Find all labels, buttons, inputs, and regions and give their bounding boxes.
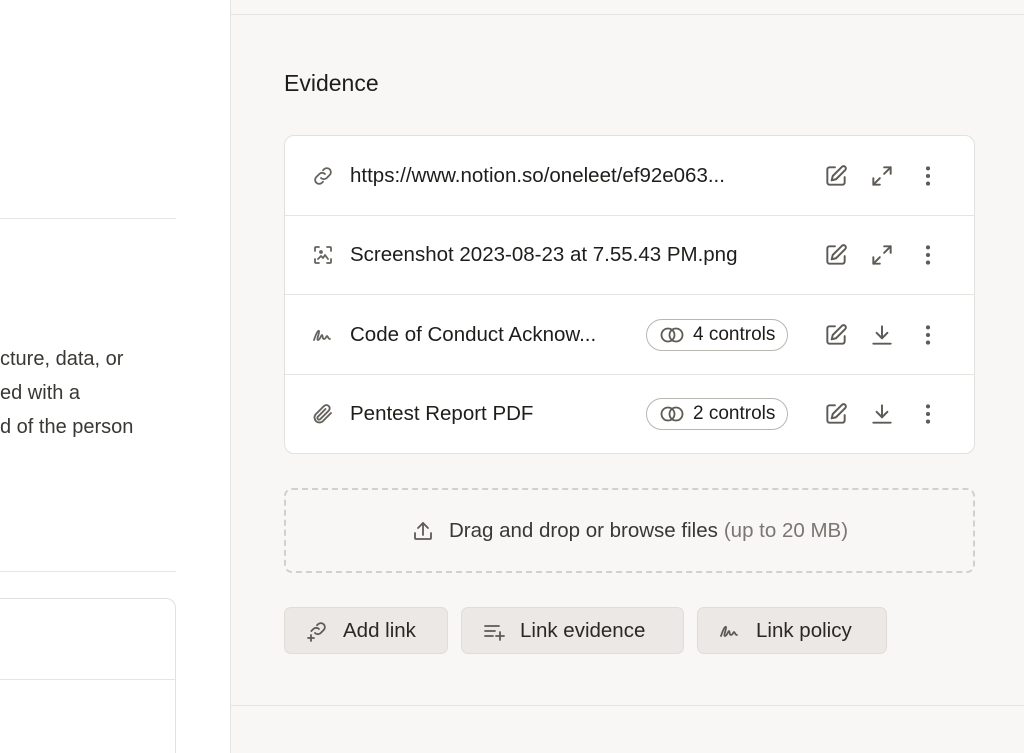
add-link-label: Add link	[343, 618, 416, 642]
download-icon[interactable]	[869, 401, 895, 427]
controls-badge[interactable]: 2 controls	[646, 398, 789, 430]
file-dropzone[interactable]: Drag and drop or browse files (up to 20 …	[284, 488, 975, 573]
description-line: cture, data, or	[0, 348, 124, 370]
left-card	[0, 598, 176, 753]
evidence-title-text[interactable]: Screenshot 2023-08-23 at 7.55.43 PM.png	[350, 243, 738, 267]
signature-icon	[720, 625, 738, 637]
evidence-row[interactable]: Code of Conduct Acknow... 4 controls	[285, 295, 974, 375]
more-options-icon[interactable]	[915, 322, 941, 348]
link-evidence-button[interactable]: Link evidence	[461, 607, 684, 654]
link-icon	[311, 164, 335, 188]
controls-badge-label: 4 controls	[693, 323, 776, 345]
dropzone-label: Drag and drop or browse files	[448, 518, 718, 542]
link-evidence-label: Link evidence	[520, 618, 646, 642]
description-line: ed with a	[0, 382, 81, 404]
list-add-icon	[484, 624, 505, 641]
evidence-title-text[interactable]: Code of Conduct Acknow...	[350, 323, 596, 347]
evidence-title-text[interactable]: Pentest Report PDF	[350, 402, 533, 426]
evidence-row[interactable]: https://www.notion.so/oneleet/ef92e063..…	[285, 136, 974, 216]
edit-icon[interactable]	[823, 401, 849, 427]
evidence-row[interactable]: Screenshot 2023-08-23 at 7.55.43 PM.png	[285, 215, 974, 295]
evidence-row[interactable]: Pentest Report PDF 2 controls	[285, 374, 974, 453]
expand-icon[interactable]	[869, 163, 895, 189]
left-card-divider	[0, 679, 175, 680]
edit-icon[interactable]	[823, 322, 849, 348]
evidence-title: Evidence	[284, 70, 379, 96]
link-policy-label: Link policy	[756, 618, 852, 642]
screenshot-icon	[311, 243, 335, 267]
linked-controls-icon	[660, 406, 684, 422]
description-line: d of the person	[0, 416, 134, 438]
more-options-icon[interactable]	[915, 242, 941, 268]
add-link-button[interactable]: Add link	[284, 607, 448, 654]
left-pane: cture, data, or ed with a d of the perso…	[0, 0, 230, 753]
expand-icon[interactable]	[869, 242, 895, 268]
download-icon[interactable]	[869, 322, 895, 348]
left-divider-bottom	[0, 571, 176, 572]
dropzone-limit: (up to 20 MB)	[723, 518, 849, 542]
evidence-title-text[interactable]: https://www.notion.so/oneleet/ef92e063..…	[350, 164, 725, 188]
more-options-icon[interactable]	[915, 163, 941, 189]
controls-badge[interactable]: 4 controls	[646, 318, 789, 351]
paperclip-icon	[311, 402, 335, 426]
panel-bottom-divider	[231, 705, 1024, 706]
edit-icon[interactable]	[823, 242, 849, 268]
evidence-panel: Evidence https://www.notion.so/oneleet/e…	[230, 0, 1024, 753]
signature-icon	[311, 323, 335, 347]
edit-icon[interactable]	[823, 163, 849, 189]
left-divider-top	[0, 218, 176, 219]
upload-icon	[414, 521, 432, 540]
linked-controls-icon	[660, 327, 684, 342]
link-policy-button[interactable]: Link policy	[697, 607, 887, 654]
description-text: cture, data, or ed with a d of the perso…	[0, 342, 176, 444]
add-link-icon	[307, 621, 326, 642]
more-options-icon[interactable]	[915, 401, 941, 427]
evidence-list: https://www.notion.so/oneleet/ef92e063..…	[284, 135, 975, 454]
controls-badge-label: 2 controls	[693, 403, 776, 424]
panel-top-divider	[231, 14, 1024, 15]
